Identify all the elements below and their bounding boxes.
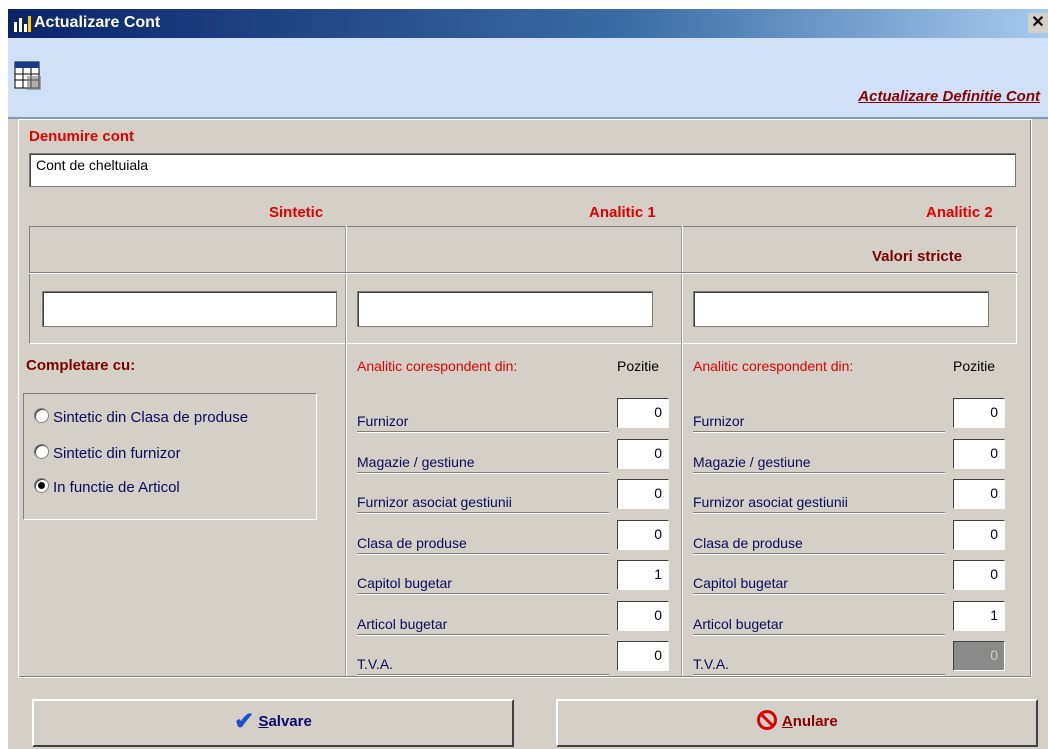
completare-radio-group: Sintetic din Clasa de produse Sintetic d…	[23, 393, 317, 520]
radio-clasa-produse[interactable]: Sintetic din Clasa de produse	[34, 408, 248, 426]
a2-pos-tva: 0	[953, 641, 1005, 671]
a2-label-magazie: Magazie / gestiune	[693, 454, 945, 473]
a1-pos-capitol[interactable]: 1	[617, 560, 669, 590]
save-mnemonic: S	[258, 713, 269, 730]
column-divider-1	[346, 226, 347, 676]
title-bar[interactable]: Actualizare Cont ✕	[8, 9, 1048, 38]
radio-label: Sintetic din Clasa de produse	[53, 409, 249, 426]
analitic1-source-header: Analitic corespondent din:	[357, 358, 518, 374]
analitic2-source-header: Analitic corespondent din:	[693, 358, 854, 374]
radio-label: Sintetic din furnizor	[53, 445, 181, 462]
radio-furnizor[interactable]: Sintetic din furnizor	[34, 444, 181, 462]
a1-label-clasa: Clasa de produse	[357, 535, 609, 554]
account-name-input[interactable]: Cont de cheltuiala	[29, 153, 1016, 187]
a1-pos-furnizor-asociat[interactable]: 0	[617, 479, 669, 509]
header-banner: Actualizare Definitie Cont	[8, 38, 1048, 119]
a2-pos-clasa[interactable]: 0	[953, 520, 1005, 550]
account-panel: Denumire cont Cont de cheltuiala Sinteti…	[18, 119, 1032, 678]
analitic1-pozitie-header: Pozitie	[617, 358, 660, 374]
radio-button-icon	[34, 444, 49, 459]
a1-pos-articol[interactable]: 0	[617, 601, 669, 631]
analitic2-header: Analitic 2	[926, 204, 993, 221]
a1-pos-tva[interactable]: 0	[617, 641, 669, 671]
table-grid-icon	[14, 61, 41, 90]
save-label: alvare	[268, 713, 312, 730]
dialog-window: Actualizare Cont ✕ Actualizare Definitie…	[8, 9, 1048, 749]
a2-label-tva: T.V.A.	[693, 656, 945, 675]
a2-pos-furnizor-asociat[interactable]: 0	[953, 479, 1005, 509]
completare-label: Completare cu:	[26, 357, 136, 374]
radio-label: In functie de Articol	[53, 479, 180, 496]
bar-chart-icon	[14, 16, 31, 32]
cancel-mnemonic: A	[781, 713, 793, 730]
analitic1-header: Analitic 1	[589, 204, 656, 221]
column-divider-2	[682, 226, 683, 676]
sintetic-code-input[interactable]	[42, 291, 337, 327]
a1-label-furnizor-asociat: Furnizor asociat gestiunii	[357, 494, 609, 513]
cancel-label: nulare	[792, 713, 838, 730]
a2-pos-furnizor[interactable]: 0	[953, 398, 1005, 428]
window-title: Actualizare Cont	[34, 14, 161, 31]
analitic2-code-input[interactable]	[693, 291, 989, 327]
a2-pos-capitol[interactable]: 0	[953, 560, 1005, 590]
a2-pos-magazie[interactable]: 0	[953, 439, 1005, 469]
checkmark-icon: ✔	[234, 708, 255, 735]
a2-label-capitol: Capitol bugetar	[693, 575, 945, 594]
a1-label-capitol: Capitol bugetar	[357, 575, 609, 594]
a1-label-magazie: Magazie / gestiune	[357, 454, 609, 473]
banner-title: Actualizare Definitie Cont	[858, 88, 1040, 105]
sintetic-header: Sintetic	[269, 204, 324, 221]
a1-pos-furnizor[interactable]: 0	[617, 398, 669, 428]
a2-pos-articol[interactable]: 1	[953, 601, 1005, 631]
radio-button-selected-icon	[34, 478, 49, 493]
a2-label-clasa: Clasa de produse	[693, 535, 945, 554]
cancel-button[interactable]: Anulare	[556, 699, 1038, 747]
a1-label-furnizor: Furnizor	[357, 413, 609, 432]
analitic1-code-input[interactable]	[357, 291, 653, 327]
a2-label-articol: Articol bugetar	[693, 616, 945, 635]
radio-button-icon	[34, 408, 49, 423]
row-divider	[29, 272, 1017, 274]
save-button[interactable]: ✔ Salvare	[32, 699, 514, 747]
a2-label-furnizor-asociat: Furnizor asociat gestiunii	[693, 494, 945, 513]
cancel-icon	[757, 710, 778, 730]
a1-label-tva: T.V.A.	[357, 656, 609, 675]
a1-label-articol: Articol bugetar	[357, 616, 609, 635]
account-name-label: Denumire cont	[29, 128, 135, 145]
close-button[interactable]: ✕	[1028, 13, 1048, 33]
a1-pos-clasa[interactable]: 0	[617, 520, 669, 550]
analitic2-pozitie-header: Pozitie	[953, 358, 996, 374]
a2-label-furnizor: Furnizor	[693, 413, 945, 432]
a1-pos-magazie[interactable]: 0	[617, 439, 669, 469]
radio-functie-articol[interactable]: In functie de Articol	[34, 478, 180, 496]
valori-stricte-label: Valori stricte	[872, 248, 963, 265]
